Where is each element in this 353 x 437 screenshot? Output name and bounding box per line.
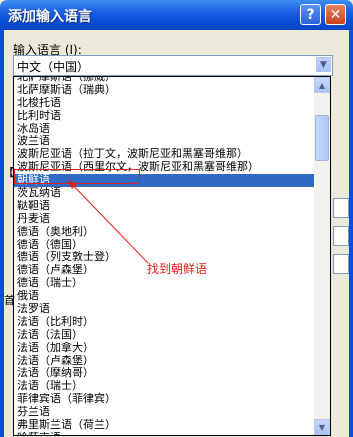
background-peek-field xyxy=(333,226,349,246)
background-peek-field xyxy=(333,254,349,274)
background-peek-field xyxy=(333,198,349,218)
background-peek-text: 首 xyxy=(4,294,15,307)
annotation-arrow xyxy=(67,179,149,264)
annotation-arrow-line xyxy=(67,179,149,264)
background-peek-row: 【 xyxy=(3,166,14,179)
annotation-text: 找到朝鲜语 xyxy=(147,262,208,276)
